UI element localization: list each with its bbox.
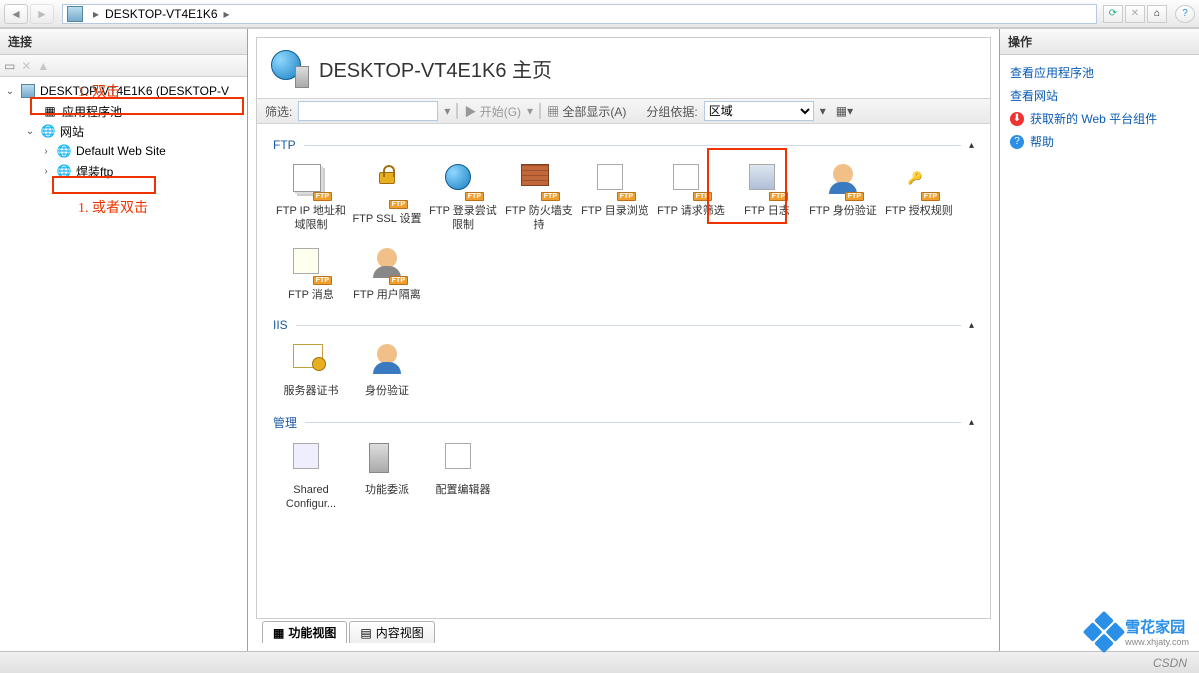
home-button[interactable]: ⌂	[1147, 5, 1167, 23]
breadcrumb-host: DESKTOP-VT4E1K6	[105, 7, 218, 21]
tab-content-view[interactable]: ▤内容视图	[349, 621, 434, 643]
new-icon[interactable]: ▭	[4, 59, 15, 73]
action-view-sites[interactable]: 查看网站	[1010, 84, 1189, 107]
help-button[interactable]: ?	[1175, 5, 1195, 23]
nav-toolbar: ◄ ► ▸ DESKTOP-VT4E1K6 ▸ ⟳ ✕ ⌂ ?	[0, 0, 1199, 28]
collapse-icon[interactable]: ⌄	[4, 86, 16, 97]
watermark-icon	[1083, 610, 1125, 652]
action-view-app-pools[interactable]: 查看应用程序池	[1010, 61, 1189, 84]
action-help[interactable]: ?帮助	[1010, 130, 1189, 153]
watermark: 雪花家园 www.xhjaty.com	[1089, 616, 1189, 647]
groupby-label: 分组依据:	[646, 103, 697, 120]
view-tabs: ▦功能视图 ▤内容视图	[256, 619, 991, 643]
sep-icon: ▸	[93, 7, 99, 21]
annotation-box-1	[30, 97, 244, 115]
breadcrumb[interactable]: ▸ DESKTOP-VT4E1K6 ▸	[62, 4, 1097, 24]
feature-iis-cert[interactable]: 服务器证书	[273, 340, 349, 402]
feature-iis-auth[interactable]: 身份验证	[349, 340, 425, 402]
server-home-icon	[271, 50, 307, 86]
group-header-ftp[interactable]: FTP▴	[273, 138, 974, 152]
connections-tree: ⌄ DESKTOP-VT4E1K6 (DESKTOP-V ▦ 应用程序池 ⌄ 🌐…	[0, 77, 247, 185]
showall-button[interactable]: ▦ 全部显示(A)	[547, 103, 626, 120]
feature-ftp-login[interactable]: FTPFTP 登录尝试限制	[425, 160, 501, 236]
connections-header: 连接	[0, 29, 247, 55]
site-icon: 🌐	[56, 143, 72, 159]
watermark-title: 雪花家园	[1125, 616, 1189, 637]
refresh-button[interactable]: ⟳	[1103, 5, 1123, 23]
filter-bar: 筛选: ▾ ▶ 开始(G) ▾ ▦ 全部显示(A) 分组依据: 区域 ▾ ▦▾	[257, 98, 990, 124]
groupby-select[interactable]: 区域	[704, 101, 814, 121]
feature-config-editor[interactable]: 配置编辑器	[425, 439, 501, 515]
connections-pane: 连接 ▭ ✕ ▲ ⌄ DESKTOP-VT4E1K6 (DESKTOP-V ▦ …	[0, 29, 248, 651]
expand-icon[interactable]: ›	[40, 166, 52, 177]
go-button[interactable]: ▶ 开始(G)	[464, 103, 521, 120]
feature-ftp-authz[interactable]: 🔑FTPFTP 授权规则	[881, 160, 957, 236]
feature-ftp-msg[interactable]: FTPFTP 消息	[273, 244, 349, 306]
feature-shared-config[interactable]: Shared Configur...	[273, 439, 349, 515]
feature-groups: FTP▴ FTPFTP IP 地址和域限制 FTPFTP SSL 设置 FTPF…	[257, 124, 990, 618]
feature-ftp-iso[interactable]: FTPFTP 用户隔离	[349, 244, 425, 306]
filter-label: 筛选:	[265, 103, 292, 120]
download-icon: ⬇	[1010, 112, 1024, 126]
collapse-icon[interactable]: ⌄	[24, 126, 36, 137]
feature-ftp-ip[interactable]: FTPFTP IP 地址和域限制	[273, 160, 349, 236]
server-icon	[67, 6, 83, 22]
feature-ftp-browse[interactable]: FTPFTP 目录浏览	[577, 160, 653, 236]
status-text: CSDN	[1153, 656, 1187, 670]
annotation-text-2: 1. 或者双击	[78, 197, 148, 217]
delete-icon[interactable]: ✕	[21, 59, 31, 73]
sites-icon: 🌐	[40, 123, 56, 139]
view-mode-button[interactable]: ▦▾	[836, 104, 853, 118]
help-icon: ?	[1010, 135, 1024, 149]
group-header-iis[interactable]: IIS▴	[273, 318, 974, 332]
feature-ftp-firewall[interactable]: FTPFTP 防火墙支持	[501, 160, 577, 236]
feature-ftp-ssl[interactable]: FTPFTP SSL 设置	[349, 160, 425, 236]
tree-sites[interactable]: ⌄ 🌐 网站	[0, 121, 247, 141]
sep-icon: ▸	[224, 7, 230, 21]
status-bar: CSDN	[0, 651, 1199, 673]
tree-label: 网站	[60, 123, 84, 140]
expand-icon[interactable]: ›	[40, 146, 52, 157]
actions-header: 操作	[1000, 29, 1199, 55]
content-pane: DESKTOP-VT4E1K6 主页 筛选: ▾ ▶ 开始(G) ▾ ▦ 全部显…	[248, 29, 999, 651]
tree-default-site[interactable]: › 🌐 Default Web Site	[0, 141, 247, 161]
content-icon: ▤	[360, 626, 371, 640]
action-get-web-platform[interactable]: ⬇获取新的 Web 平台组件	[1010, 107, 1189, 130]
annotation-box-2	[52, 176, 156, 194]
stop-button[interactable]: ✕	[1125, 5, 1145, 23]
filter-input[interactable]	[298, 101, 438, 121]
actions-pane: 操作 查看应用程序池 查看网站 ⬇获取新的 Web 平台组件 ?帮助	[999, 29, 1199, 651]
feature-ftp-auth[interactable]: FTPFTP 身份验证	[805, 160, 881, 236]
watermark-url: www.xhjaty.com	[1125, 637, 1189, 647]
page-title-row: DESKTOP-VT4E1K6 主页	[257, 38, 990, 98]
tree-label: Default Web Site	[76, 144, 166, 158]
tree-root-label: DESKTOP-VT4E1K6 (DESKTOP-V	[40, 84, 229, 98]
tab-features-view[interactable]: ▦功能视图	[262, 621, 347, 643]
features-icon: ▦	[273, 626, 284, 640]
back-button[interactable]: ◄	[4, 4, 28, 24]
page-title: DESKTOP-VT4E1K6 主页	[319, 54, 552, 83]
annotation-box-3	[707, 148, 787, 224]
group-header-mgmt[interactable]: 管理▴	[273, 414, 974, 431]
up-icon[interactable]: ▲	[37, 59, 49, 73]
feature-delegation[interactable]: 功能委派	[349, 439, 425, 515]
forward-button[interactable]: ►	[30, 4, 54, 24]
connections-toolbar: ▭ ✕ ▲	[0, 55, 247, 77]
